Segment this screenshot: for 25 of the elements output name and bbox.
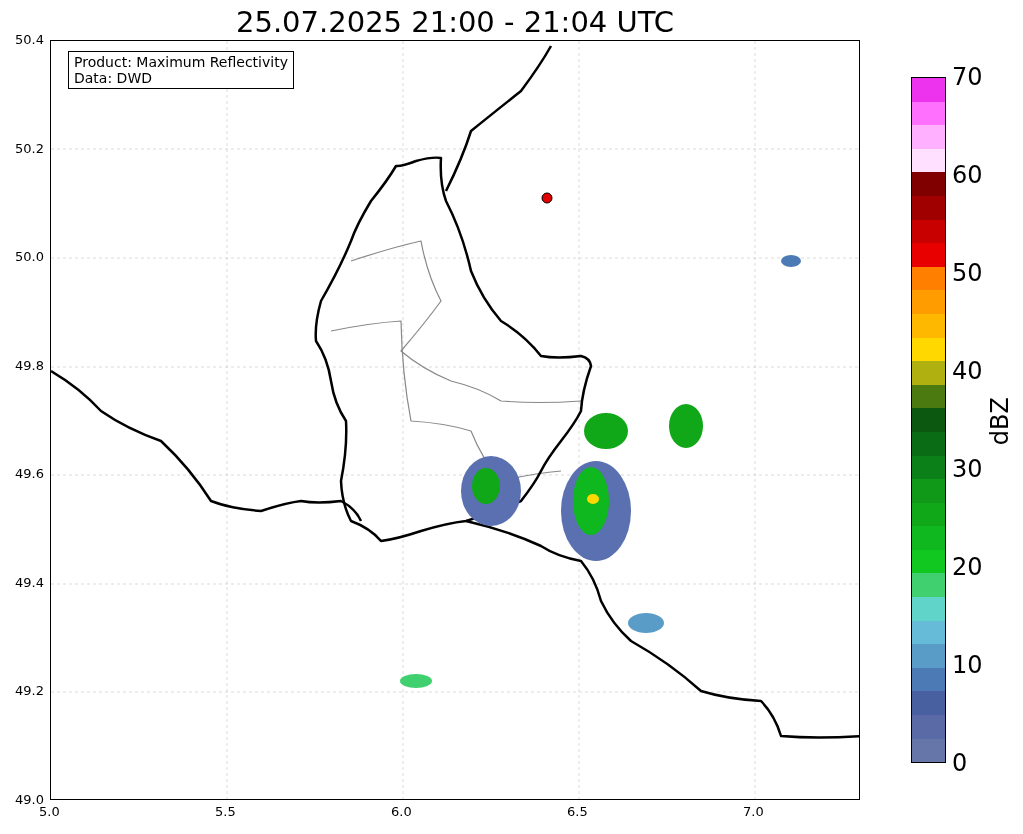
scale-unit-label: dBZ: [986, 397, 1014, 446]
scale-tick-label: 20: [952, 554, 983, 580]
scale-tick-label: 10: [952, 652, 983, 678]
axis-tick-label: 49.2: [15, 683, 44, 699]
scale-tick-label: 60: [952, 162, 983, 188]
legend-text: Product: Maximum Reflectivity: [74, 54, 288, 70]
chart-title: 25.07.2025 21:00 - 21:04 UTC: [236, 4, 674, 40]
legend-text: Data: DWD: [74, 70, 153, 86]
axis-tick-label: 6.5: [567, 804, 588, 819]
axis-tick-label: 49.0: [15, 792, 44, 807]
axis-tick-label: 5.0: [39, 804, 60, 819]
scale-tick-label: 70: [952, 64, 983, 90]
axis-tick-label: 7.0: [743, 804, 764, 819]
scale-tick-label: 30: [952, 456, 983, 482]
axis-tick-label: 50.2: [15, 140, 44, 156]
axis-tick-label: 49.4: [15, 574, 44, 590]
axis-tick-label: 50.4: [15, 32, 44, 47]
scale-tick-label: 40: [952, 358, 983, 384]
axis-tick-label: 49.8: [15, 357, 44, 373]
axis-tick-label: 5.5: [215, 804, 236, 819]
axis-tick-label: 50.0: [15, 249, 44, 265]
scale-tick-label: 0: [952, 750, 968, 776]
axis-tick-label: 6.0: [391, 804, 412, 819]
scale-tick-label: 50: [952, 260, 983, 286]
axis-tick-label: 49.6: [15, 466, 44, 482]
